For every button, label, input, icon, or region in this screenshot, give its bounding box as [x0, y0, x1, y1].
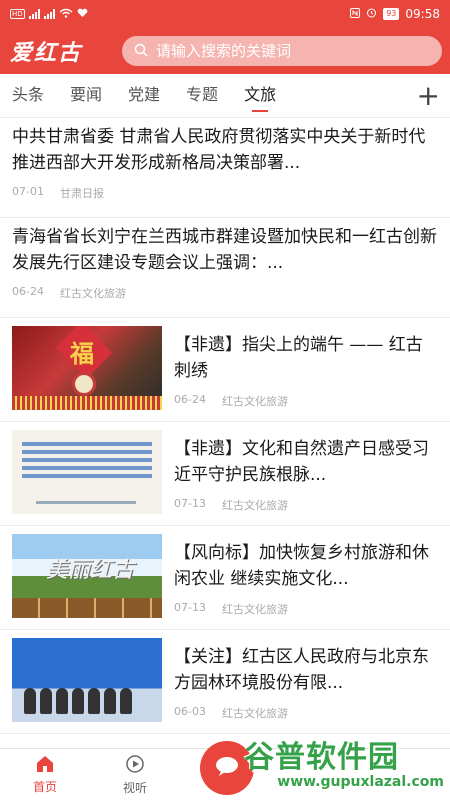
article-thumbnail: [12, 430, 162, 514]
quote-graphic: [22, 438, 152, 481]
search-icon: [134, 42, 148, 61]
article-source: 红古文化旅游: [221, 395, 288, 408]
app-header: 爱红古: [0, 28, 450, 74]
article-title: 【非遗】指尖上的端午 —— 红古刺绣: [174, 335, 423, 381]
article-thumbnail: [12, 638, 162, 722]
nfc-icon: [350, 7, 361, 21]
bottom-nav: 首页 视听: [0, 741, 450, 800]
chat-icon: [213, 754, 241, 782]
tab-dangjian[interactable]: 党建: [128, 74, 160, 118]
quote-line: [22, 466, 152, 470]
article-body: 【关注】红古区人民政府与北京东方园林环境股份有限... 06-03 红古文化旅游: [174, 638, 438, 725]
article-date: 07-13: [174, 601, 206, 614]
status-right: 93 09:58: [350, 7, 440, 21]
tab-yaowen[interactable]: 要闻: [70, 74, 102, 118]
clock: 09:58: [405, 7, 440, 21]
article-title: 青海省省长刘宁在兰西城市群建设暨加快民和一红古创新发展先行区建设专题会议上强调：…: [12, 227, 437, 273]
quote-caption: [36, 501, 136, 504]
quote-line: [22, 442, 152, 446]
list-item[interactable]: 青海省省长刘宁在兰西城市群建设暨加快民和一红古创新发展先行区建设专题会议上强调：…: [0, 218, 450, 318]
search-input[interactable]: [156, 42, 430, 60]
news-feed: 中共甘肃省委 甘肃省人民政府贯彻落实中央关于新时代推进西部大开发形成新格局决策部…: [0, 118, 450, 748]
list-item[interactable]: 【关注】红古区人民政府与北京东方园林环境股份有限... 06-03 红古文化旅游: [0, 630, 450, 734]
article-meta: 07-01 甘肃日报: [12, 185, 104, 201]
article-thumbnail: 福: [12, 326, 162, 410]
article-meta: 07-13 红古文化旅游: [174, 497, 288, 513]
embroidered-ball: [72, 372, 96, 396]
search-bar[interactable]: [122, 36, 442, 66]
tab-wenlv[interactable]: 文旅: [244, 74, 276, 118]
thumbnail-text: 美丽红古: [46, 558, 135, 583]
nav-video-label: 视听: [122, 780, 147, 795]
list-item[interactable]: 中共甘肃省委 甘肃省人民政府贯彻落实中央关于新时代推进西部大开发形成新格局决策部…: [0, 118, 450, 218]
list-item[interactable]: 【非遗】文化和自然遗产日感受习近平守护民族根脉... 07-13 红古文化旅游: [0, 422, 450, 526]
alarm-icon: [366, 7, 377, 21]
center-action-button[interactable]: [200, 741, 254, 795]
add-channel-icon[interactable]: +: [417, 78, 440, 114]
nav-video[interactable]: 视听: [90, 749, 180, 800]
article-date: 07-13: [174, 497, 206, 510]
quote-line: [22, 458, 152, 462]
article-source: 红古文化旅游: [221, 707, 288, 720]
article-thumbnail: 美丽红古: [12, 534, 162, 618]
wifi-icon: [59, 7, 73, 21]
tab-toutiao[interactable]: 头条: [12, 74, 44, 118]
article-title: 中共甘肃省委 甘肃省人民政府贯彻落实中央关于新时代推进西部大开发形成新格局决策部…: [12, 127, 426, 173]
status-bar: HD 93 09:58: [0, 0, 450, 28]
article-title: 【风向标】加快恢复乡村旅游和休闲农业 继续实施文化...: [174, 543, 429, 589]
heart-icon: [77, 7, 88, 21]
article-source: 甘肃日报: [59, 187, 104, 200]
top-header-area: HD 93 09:58 爱红古: [0, 0, 450, 74]
article-title: 【非遗】文化和自然遗产日感受习近平守护民族根脉...: [174, 439, 429, 485]
article-source: 红古文化旅游: [59, 287, 126, 300]
article-date: 06-24: [12, 285, 44, 298]
article-source: 红古文化旅游: [221, 499, 288, 512]
list-item[interactable]: 美丽红古 【风向标】加快恢复乡村旅游和休闲农业 继续实施文化... 07-13 …: [0, 526, 450, 630]
list-item[interactable]: 福 【非遗】指尖上的端午 —— 红古刺绣 06-24 红古文化旅游: [0, 318, 450, 422]
article-body: 【风向标】加快恢复乡村旅游和休闲农业 继续实施文化... 07-13 红古文化旅…: [174, 534, 438, 621]
article-meta: 06-03 红古文化旅游: [174, 705, 288, 721]
article-date: 06-24: [174, 393, 206, 406]
signal-icon-2: [43, 9, 55, 19]
photo-strip: [12, 598, 162, 618]
quote-line: [22, 474, 152, 478]
category-tabs: 头条 要闻 党建 专题 文旅 +: [0, 74, 450, 118]
nav-home[interactable]: 首页: [0, 749, 90, 800]
thumbnail-text: 福: [70, 340, 94, 368]
people-silhouettes: [24, 688, 132, 714]
article-date: 07-01: [12, 185, 44, 198]
status-left: HD: [10, 7, 88, 21]
quote-line: [22, 450, 152, 454]
tassel-fringe: [12, 396, 162, 410]
article-meta: 06-24 红古文化旅游: [174, 393, 288, 409]
hd-badge: HD: [10, 9, 25, 19]
article-meta: 07-13 红古文化旅游: [174, 601, 288, 617]
article-source: 红古文化旅游: [221, 603, 288, 616]
article-body: 【非遗】指尖上的端午 —— 红古刺绣 06-24 红古文化旅游: [174, 326, 438, 413]
tab-zhuanti[interactable]: 专题: [186, 74, 218, 118]
article-title: 【关注】红古区人民政府与北京东方园林环境股份有限...: [174, 647, 429, 693]
home-icon: [35, 755, 55, 776]
article-meta: 06-24 红古文化旅游: [12, 285, 126, 301]
article-body: 【非遗】文化和自然遗产日感受习近平守护民族根脉... 07-13 红古文化旅游: [174, 430, 438, 517]
play-icon: [125, 754, 145, 777]
battery-level: 93: [383, 8, 400, 20]
article-date: 06-03: [174, 705, 206, 718]
nav-home-label: 首页: [32, 779, 57, 794]
signal-icon: [28, 9, 40, 19]
app-logo: 爱红古: [10, 40, 83, 66]
